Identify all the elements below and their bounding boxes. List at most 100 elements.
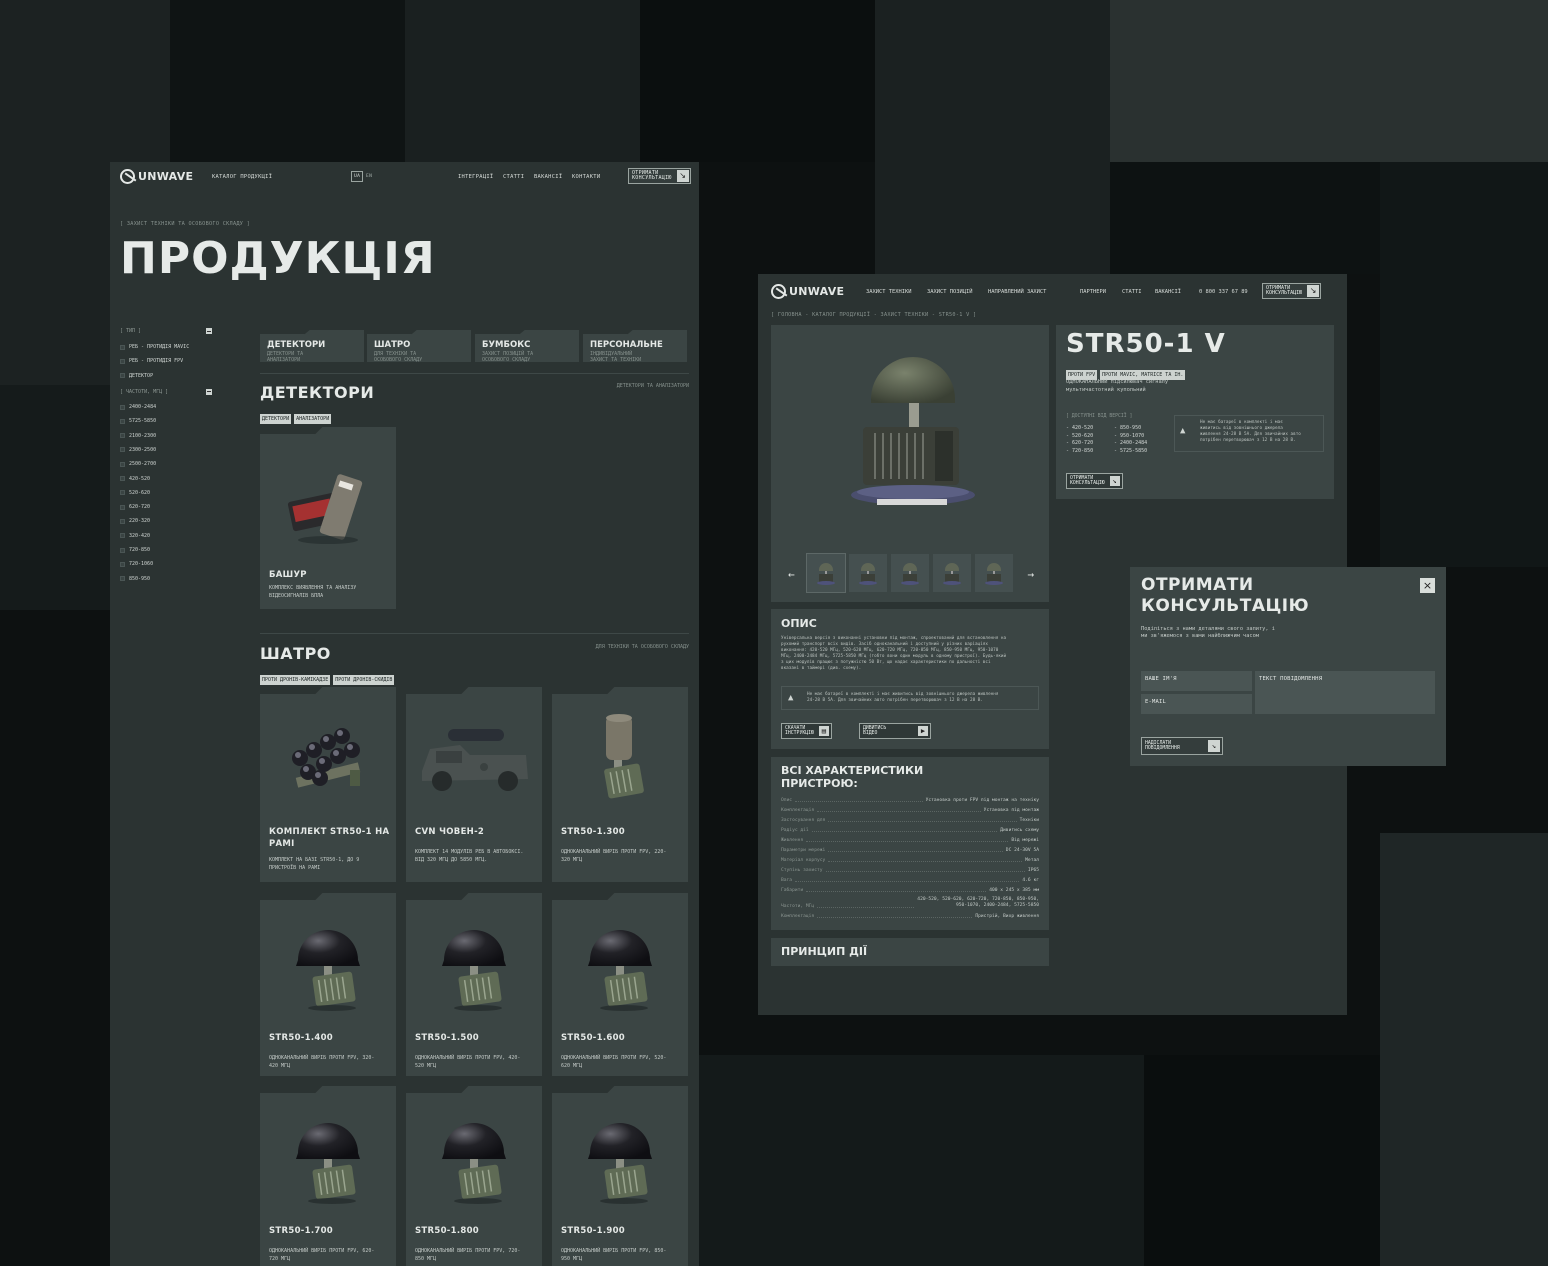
chip[interactable]: АНАЛІЗАТОРИ	[294, 414, 332, 424]
gallery-prev-button[interactable]: ←	[788, 568, 795, 581]
filter-freq-option[interactable]: 620-720	[120, 500, 212, 514]
checkbox[interactable]	[120, 344, 125, 350]
gallery-next-button[interactable]: →	[1027, 568, 1034, 581]
lang-ua[interactable]: UA	[351, 171, 364, 182]
checkbox[interactable]	[120, 518, 125, 524]
filter-freq-option[interactable]: 720-850	[120, 543, 212, 557]
collapse-icon[interactable]	[206, 328, 212, 334]
nav-articles[interactable]: СТАТТІ	[1122, 289, 1141, 295]
chip[interactable]: ПРОТИ ДРОНІВ-СКИДІВ	[333, 675, 395, 685]
product-image	[406, 704, 542, 816]
filter-freq-option[interactable]: 2500-2700	[120, 457, 212, 471]
product-card[interactable]: STR50-1.900 ОДНОКАНАЛЬНИЙ ВИРІБ ПРОТИ FPV…	[552, 1086, 688, 1266]
phone-link[interactable]: 0 800 337 67 89	[1199, 289, 1248, 295]
product-tagline: ОДНОКАНАЛЬНИЙ підсилювач сигналу мультича…	[1066, 379, 1168, 394]
filter-freq-option[interactable]: 320-420	[120, 529, 212, 543]
nav-vacancies[interactable]: ВАКАНСІЇ	[534, 174, 562, 180]
gallery-thumbnail[interactable]	[933, 554, 971, 592]
lang-en[interactable]: EN	[366, 174, 372, 179]
product-card[interactable]: CVN ЧОВЕН-2 КОМПЛЕКТ 14 МОДУЛІВ РЕБ В АВТ…	[406, 687, 542, 882]
checkbox[interactable]	[120, 461, 125, 467]
filter-freq-option[interactable]: 520-620	[120, 486, 212, 500]
nav-position-protection[interactable]: ЗАХИСТ ПОЗИЦІЙ	[927, 289, 972, 295]
gallery-thumbnail[interactable]	[849, 554, 887, 592]
chip[interactable]: ПРОТИ ДРОНІВ-КАМІКАДЗЕ	[260, 675, 331, 685]
category-tab[interactable]: ПЕРСОНАЛЬНЕ ІНДИВІДУАЛЬНИЙ ЗАХИСТ ТА ТЕХНІ…	[583, 330, 687, 363]
product-card[interactable]: STR50-1.500 ОДНОКАНАЛЬНИЙ ВИРІБ ПРОТИ FPV…	[406, 893, 542, 1076]
checkbox[interactable]	[120, 547, 125, 553]
spec-key: Габарити	[781, 888, 804, 893]
checkbox[interactable]	[120, 358, 125, 364]
consult-button[interactable]: ОТРИМАТИ КОНСУЛЬТАЦІЮ ↘	[1066, 473, 1123, 489]
filter-freq-option[interactable]: 2100-2300	[120, 428, 212, 442]
checkbox[interactable]	[120, 533, 125, 539]
product-card[interactable]: STR50-1.800 ОДНОКАНАЛЬНИЙ ВИРІБ ПРОТИ FPV…	[406, 1086, 542, 1266]
category-tab[interactable]: ДЕТЕКТОРИ ДЕТЕКТОРИ ТА АНАЛІЗАТОРИ	[260, 330, 364, 363]
consult-button[interactable]: ОТРИМАТИ КОНСУЛЬТАЦІЮ ↘	[628, 168, 691, 184]
nav-directed-protection[interactable]: НАПРАВЛЕНИЙ ЗАХИСТ	[988, 289, 1046, 295]
product-card[interactable]: STR50-1.400 ОДНОКАНАЛЬНИЙ ВИРІБ ПРОТИ FPV…	[260, 893, 396, 1076]
nav-vacancies[interactable]: ВАКАНСІЇ	[1155, 289, 1181, 295]
message-input[interactable]: ТЕКСТ ПОВІДОМЛЕННЯ	[1255, 671, 1435, 714]
filter-freq-option[interactable]: 220-320	[120, 514, 212, 528]
filter-type-option[interactable]: ДЕТЕКТОР	[120, 369, 212, 383]
filter-freq-option[interactable]: 420-520	[120, 471, 212, 485]
category-tab[interactable]: БУМБОКС ЗАХИСТ ПОЗИЦІЙ ТА ОСОБОВОГО СКЛАДУ	[475, 330, 579, 363]
checkbox[interactable]	[120, 504, 125, 510]
filter-freq-header[interactable]: [ ЧАСТОТИ, МГЦ ]	[120, 388, 212, 395]
name-input[interactable]: ВАШЕ ІМ'Я	[1141, 671, 1252, 691]
product-card-bashur[interactable]: БАШУР КОМПЛЕКС ВИЯВЛЕННЯ ТА АНАЛІЗУ ВІДЕО…	[260, 427, 396, 609]
consult-button[interactable]: ОТРИМАТИ КОНСУЛЬТАЦІЮ ↘	[1262, 283, 1322, 299]
category-tab[interactable]: ШАТРО ДЛЯ ТЕХНІКИ ТА ОСОБОВОГО СКЛАДУ	[367, 330, 471, 363]
checkbox[interactable]	[120, 433, 125, 439]
product-card[interactable]: STR50-1.600 ОДНОКАНАЛЬНИЙ ВИРІБ ПРОТИ FPV…	[552, 893, 688, 1076]
version-item: - 520-620	[1066, 432, 1094, 439]
checkbox[interactable]	[120, 476, 125, 482]
filter-type-header[interactable]: [ ТИП ]	[120, 328, 212, 334]
nav-partners[interactable]: ПАРТНЕРИ	[1080, 289, 1106, 295]
principle-panel[interactable]: ПРИНЦИП ДІЇ	[771, 938, 1049, 966]
collapse-icon[interactable]	[206, 388, 212, 395]
nav-contacts[interactable]: КОНТАКТИ	[572, 174, 600, 180]
page-title: ПРОДУКЦІЯ	[120, 233, 436, 284]
logo[interactable]: UNWAVE	[120, 169, 193, 184]
filter-freq-option[interactable]: 2400-2484	[120, 400, 212, 414]
gallery-thumbnail[interactable]	[975, 554, 1013, 592]
gallery-thumbnail[interactable]	[806, 553, 846, 593]
checkbox[interactable]	[120, 404, 125, 410]
nav-vehicle-protection[interactable]: ЗАХИСТ ТЕХНІКИ	[866, 289, 911, 295]
spec-row: Габарити 400 x 245 x 385 мм	[781, 883, 1039, 893]
product-card[interactable]: STR50-1.300 ОДНОКАНАЛЬНИЙ ВИРІБ ПРОТИ FPV…	[552, 687, 688, 882]
filter-type-option[interactable]: РЕБ - ПРОТИДІЯ FPV	[120, 354, 212, 368]
checkbox[interactable]	[120, 576, 125, 582]
divider	[260, 373, 689, 374]
product-card[interactable]: КОМПЛЕКТ STR50-1 НА РАМІ КОМПЛЕКТ НА БАЗІ …	[260, 687, 396, 882]
filter-type-option[interactable]: РЕБ - ПРОТИДІЯ MAVIC	[120, 340, 212, 354]
gallery-thumbnail[interactable]	[891, 554, 929, 592]
nav-articles[interactable]: СТАТТІ	[503, 174, 524, 180]
nav-catalog[interactable]: КАТАЛОГ ПРОДУКЦІЇ	[212, 174, 272, 180]
filter-freq-option[interactable]: 5725-5850	[120, 414, 212, 428]
spec-row: Комплектація Пристрій, Вихр живлення	[781, 909, 1039, 919]
product-card[interactable]: STR50-1.700 ОДНОКАНАЛЬНИЙ ВИРІБ ПРОТИ FPV…	[260, 1086, 396, 1266]
checkbox[interactable]	[120, 418, 125, 424]
filter-freq-option[interactable]: 2300-2500	[120, 443, 212, 457]
filter-freq-option[interactable]: 850-950	[120, 571, 212, 582]
email-input[interactable]: E-MAIL	[1141, 694, 1252, 714]
filter-freq-option[interactable]: 720-1060	[120, 557, 212, 571]
checkbox[interactable]	[120, 561, 125, 567]
submit-button[interactable]: НАДІСЛАТИ ПОВІДОМЛЕННЯ ↘	[1141, 737, 1223, 755]
checkbox[interactable]	[120, 447, 125, 453]
tab-sub-line: ОСОБОВОГО СКЛАДУ	[374, 357, 423, 363]
close-icon[interactable]: ×	[1420, 578, 1435, 593]
product-desc: КОМПЛЕКС ВИЯВЛЕННЯ ТА АНАЛІЗУ ВІДЕОСИГНАЛ…	[269, 585, 387, 600]
watch-video-button[interactable]: ДИВИТИСЬ ВІДЕО ▶	[859, 723, 931, 739]
checkbox[interactable]	[120, 490, 125, 496]
thumbnail-image	[943, 563, 961, 585]
card-notch	[314, 1086, 396, 1094]
checkbox[interactable]	[120, 373, 125, 379]
chip[interactable]: ДЕТЕКТОРИ	[260, 414, 292, 424]
download-manual-button[interactable]: СКАЧАТИ ІНСТРУКЦІЮ ▤	[781, 723, 832, 739]
nav-integrations[interactable]: ІНТЕГРАЦІЇ	[458, 174, 493, 180]
logo[interactable]: UNWAVE	[771, 284, 844, 299]
